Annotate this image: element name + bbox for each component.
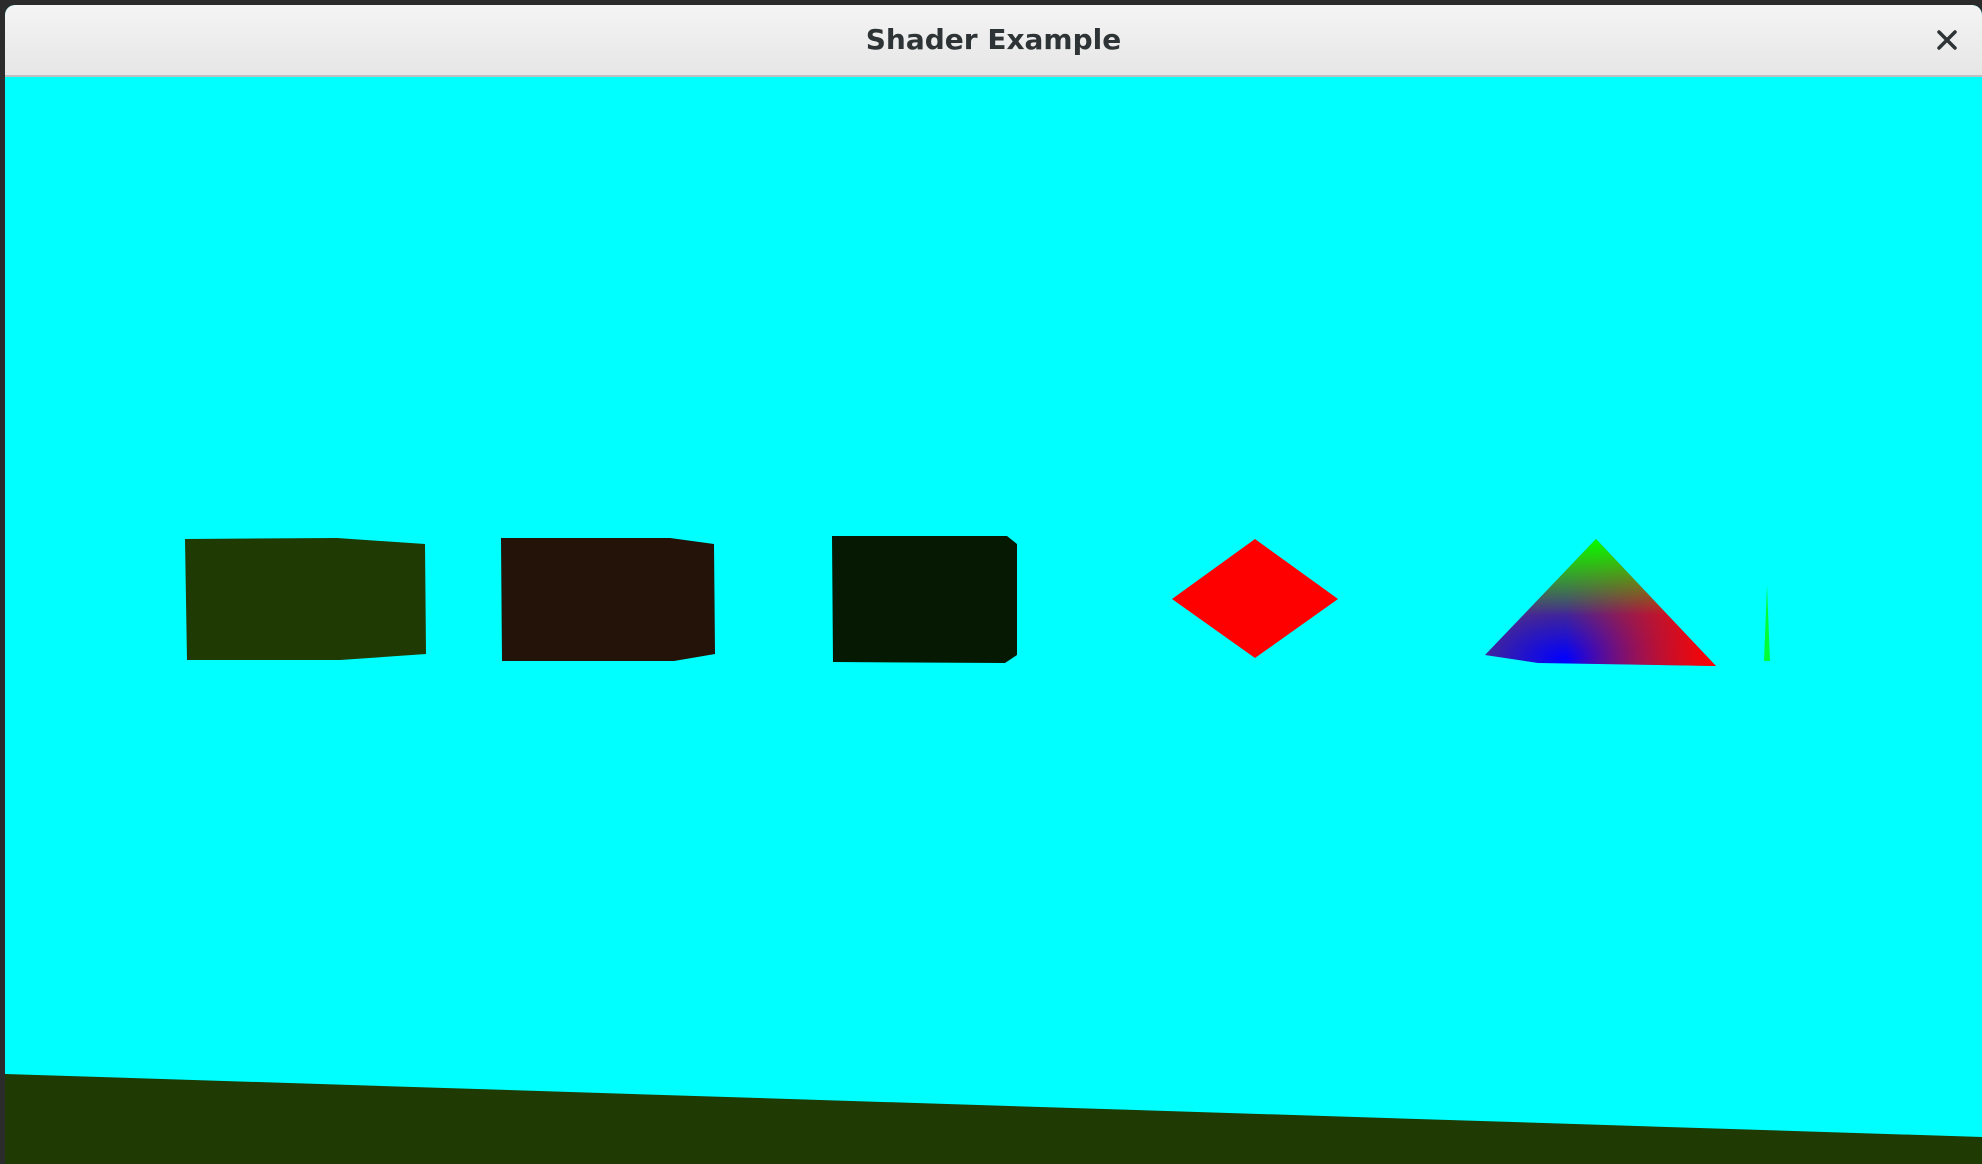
close-button[interactable]: [1926, 19, 1968, 61]
sliver-green: [1764, 585, 1770, 661]
cube-dark-green: [832, 536, 1017, 663]
titlebar[interactable]: Shader Example: [5, 5, 1982, 77]
scene-canvas: [5, 536, 1982, 1164]
ground-plane: [5, 1074, 1982, 1164]
pyramid-rgb: [1485, 539, 1716, 666]
render-viewport[interactable]: [5, 79, 1982, 1164]
cube-olive: [185, 538, 426, 660]
cube-brown: [501, 538, 715, 661]
close-icon: [1937, 30, 1957, 50]
diamond-red: [1172, 539, 1338, 658]
app-window: Shader Example: [5, 5, 1982, 1164]
window-title: Shader Example: [865, 23, 1122, 56]
